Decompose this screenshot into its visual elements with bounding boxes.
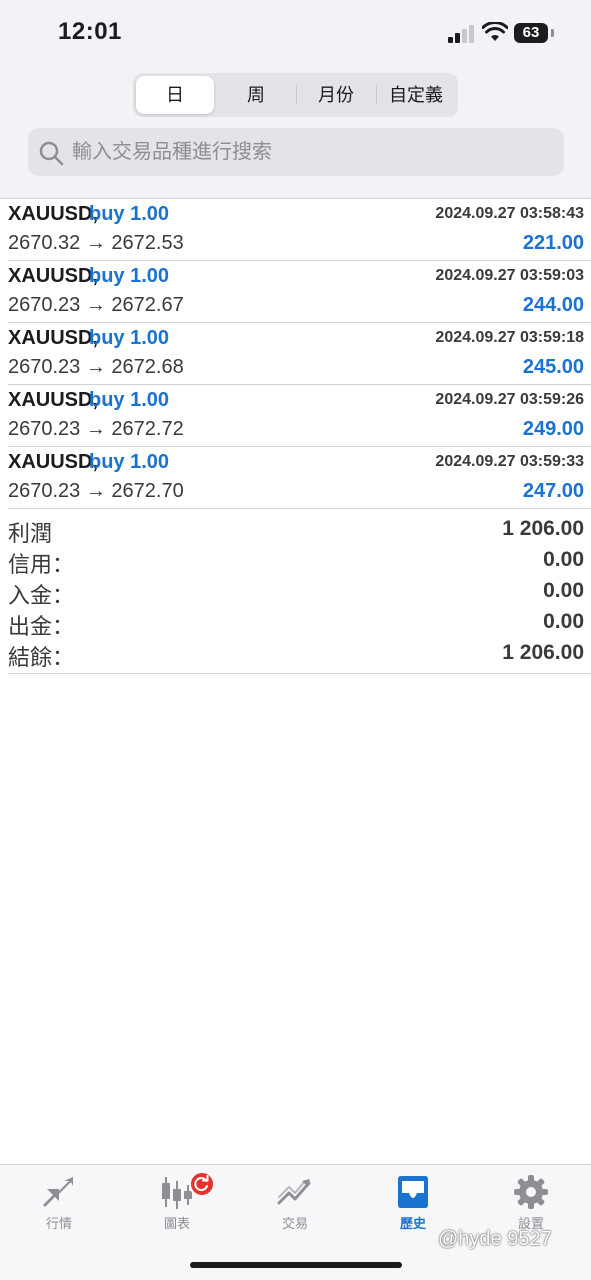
summary-row-deposit: 入金： 0.00 <box>8 578 591 609</box>
search-bar[interactable] <box>28 128 564 176</box>
deal-type: buy 1.00 <box>89 203 170 225</box>
summary-value: 0.00 <box>543 610 584 633</box>
deal-time: 2024.09.27 03:59:33 <box>435 453 584 470</box>
summary-label: 出金： <box>8 614 75 639</box>
period-tab-week[interactable]: 周 <box>217 76 295 114</box>
deal-profit: 244.00 <box>522 294 584 316</box>
deals-list: XAUUSD, buy 1.00 2024.09.27 03:58:43 267… <box>0 198 591 509</box>
status-time: 12:01 <box>58 18 122 45</box>
summary-row-withdrawal: 出金： 0.00 <box>8 609 591 640</box>
summary-label: 利潤 <box>8 521 53 546</box>
top-area: 12:01 63 日 周 月份 自定義 <box>0 0 591 198</box>
deal-prices: 2670.23 → 2672.67 <box>8 294 184 316</box>
refresh-badge-icon <box>189 1171 215 1197</box>
wifi-icon <box>482 22 508 41</box>
summary-label: 入金： <box>8 583 75 608</box>
tab-label: 交易 <box>281 1216 308 1231</box>
deal-row[interactable]: XAUUSD, buy 1.00 2024.09.27 03:59:03 267… <box>8 261 591 323</box>
period-tab-month[interactable]: 月份 <box>297 76 375 114</box>
deal-row[interactable]: XAUUSD, buy 1.00 2024.09.27 03:58:43 267… <box>8 199 591 261</box>
deal-type: buy 1.00 <box>89 265 170 287</box>
tab-settings[interactable]: 設置 <box>486 1175 576 1235</box>
tab-chart[interactable]: 圖表 <box>132 1171 222 1235</box>
deal-symbol: XAUUSD, <box>8 389 99 411</box>
summary-value: 1 206.00 <box>502 641 584 664</box>
deal-prices: 2670.32 → 2672.53 <box>8 232 184 254</box>
deal-type: buy 1.00 <box>89 451 170 473</box>
summary-row-balance: 結餘： 1 206.00 <box>8 640 591 671</box>
deal-time: 2024.09.27 03:59:18 <box>435 329 584 346</box>
summary-label: 結餘： <box>8 645 75 670</box>
search-input[interactable] <box>72 128 552 176</box>
battery-level: 63 <box>514 23 548 43</box>
deal-symbol: XAUUSD, <box>8 203 99 225</box>
account-summary: 利潤 1 206.00 信用： 0.00 入金： 0.00 出金： 0.00 結… <box>8 516 591 674</box>
tab-history[interactable]: 歷史 <box>368 1175 458 1235</box>
deal-type: buy 1.00 <box>89 389 170 411</box>
deal-profit: 249.00 <box>522 418 584 440</box>
history-icon <box>398 1176 428 1208</box>
quotes-icon <box>43 1177 73 1207</box>
settings-icon <box>514 1175 548 1209</box>
trade-icon <box>277 1179 311 1205</box>
deal-profit: 247.00 <box>522 480 584 502</box>
summary-row-credit: 信用： 0.00 <box>8 547 591 578</box>
deal-row[interactable]: XAUUSD, buy 1.00 2024.09.27 03:59:33 267… <box>8 447 591 509</box>
deal-symbol: XAUUSD, <box>8 265 99 287</box>
battery-icon: 63 <box>514 23 554 43</box>
deal-symbol: XAUUSD, <box>8 451 99 473</box>
summary-row-profit: 利潤 1 206.00 <box>8 516 591 547</box>
deal-profit: 221.00 <box>522 232 584 254</box>
deal-type: buy 1.00 <box>89 327 170 349</box>
deal-prices: 2670.23 → 2672.68 <box>8 356 184 378</box>
tab-quotes[interactable]: 行情 <box>14 1175 104 1235</box>
deal-row[interactable]: XAUUSD, buy 1.00 2024.09.27 03:59:26 267… <box>8 385 591 447</box>
search-icon <box>39 141 64 166</box>
status-bar: 12:01 63 <box>0 0 591 70</box>
deal-time: 2024.09.27 03:58:43 <box>435 205 584 222</box>
tab-label: 行情 <box>45 1216 72 1231</box>
period-segmented-control: 日 周 月份 自定義 <box>133 73 458 117</box>
period-tab-custom[interactable]: 自定義 <box>377 76 455 114</box>
tab-label: 圖表 <box>163 1216 190 1231</box>
deal-prices: 2670.23 → 2672.72 <box>8 418 184 440</box>
summary-value: 0.00 <box>543 579 584 602</box>
deal-symbol: XAUUSD, <box>8 327 99 349</box>
summary-value: 1 206.00 <box>502 517 584 540</box>
deal-prices: 2670.23 → 2672.70 <box>8 480 184 502</box>
home-indicator[interactable] <box>190 1262 402 1268</box>
deal-profit: 245.00 <box>522 356 584 378</box>
summary-label: 信用： <box>8 552 75 577</box>
watermark-text: @hyde 9527 <box>438 1228 552 1250</box>
cellular-signal-icon <box>448 25 476 43</box>
summary-value: 0.00 <box>543 548 584 571</box>
tab-trade[interactable]: 交易 <box>250 1175 340 1235</box>
deal-time: 2024.09.27 03:59:26 <box>435 391 584 408</box>
period-tab-day[interactable]: 日 <box>136 76 214 114</box>
deal-row[interactable]: XAUUSD, buy 1.00 2024.09.27 03:59:18 267… <box>8 323 591 385</box>
deal-time: 2024.09.27 03:59:03 <box>435 267 584 284</box>
